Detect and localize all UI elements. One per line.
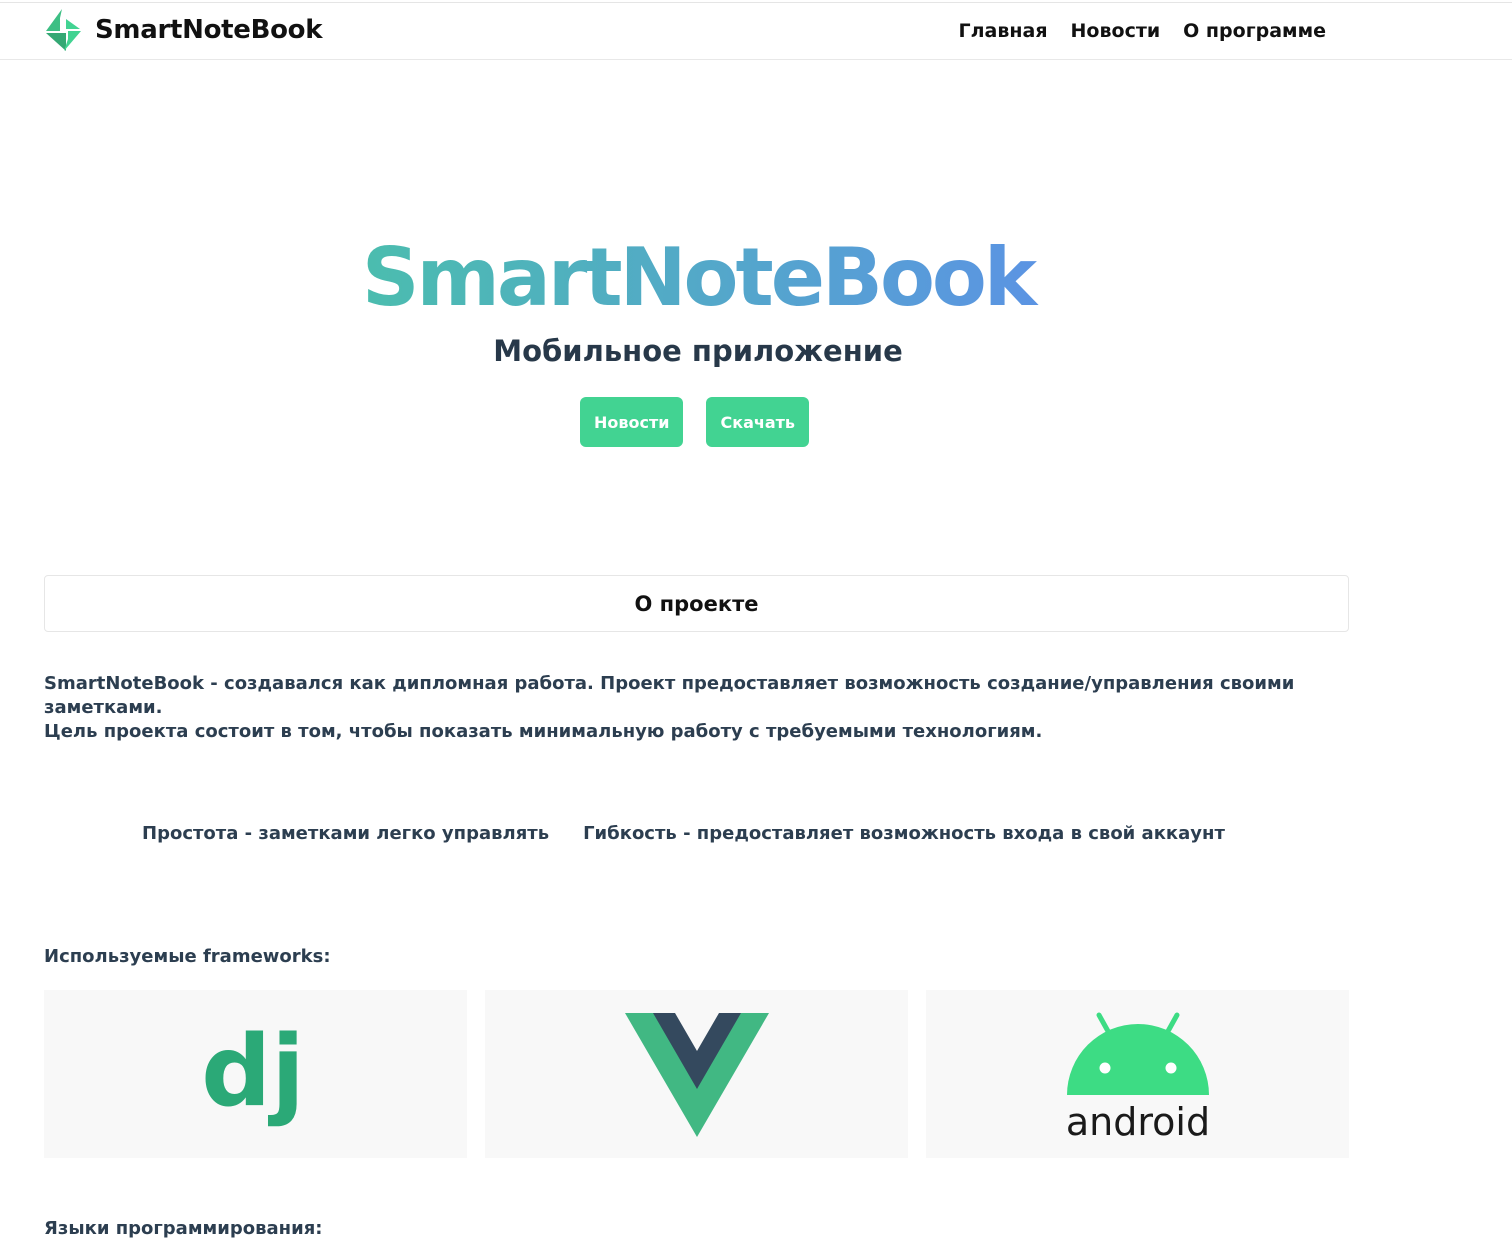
- framework-card-vue[interactable]: [485, 990, 908, 1158]
- android-logo-text: android: [1065, 1100, 1209, 1139]
- framework-card-android[interactable]: android: [926, 990, 1349, 1158]
- feature-simplicity: Простота - заметками легко управлять: [142, 823, 550, 844]
- news-button[interactable]: Новости: [580, 397, 684, 447]
- django-logo-icon: dj: [201, 1015, 305, 1129]
- nav-news[interactable]: Новости: [1071, 20, 1161, 42]
- about-paragraph-1: SmartNoteBook - создавался как дипломная…: [44, 673, 1295, 718]
- features-list: Простота - заметками легко управлять Гиб…: [142, 823, 1225, 844]
- nav-home[interactable]: Главная: [959, 20, 1048, 42]
- hero-subtitle: Мобильное приложение: [493, 334, 903, 368]
- android-logo-icon: android: [1065, 1012, 1210, 1139]
- hero-title: SmartNoteBook: [0, 228, 1396, 328]
- feature-flexibility: Гибкость - предоставляет возможность вхо…: [583, 823, 1225, 844]
- main-nav: Главная Новости О программе: [959, 20, 1327, 42]
- brand-link[interactable]: SmartNoteBook: [44, 9, 323, 51]
- nav-about[interactable]: О программе: [1183, 20, 1326, 42]
- languages-heading: Языки программирования:: [44, 1218, 323, 1239]
- hero-buttons: Новости Скачать: [580, 397, 810, 447]
- about-paragraph-2: Цель проекта состоит в том, чтобы показа…: [44, 721, 1043, 742]
- navbar: SmartNoteBook Главная Новости О программ…: [0, 2, 1512, 60]
- frameworks-list: dj android: [44, 990, 1349, 1158]
- lightning-logo-icon: [46, 9, 81, 51]
- framework-card-django[interactable]: dj: [44, 990, 467, 1158]
- frameworks-heading: Используемые frameworks:: [44, 946, 331, 967]
- about-description: SmartNoteBook - создавался как дипломная…: [44, 672, 1349, 744]
- django-logo-text: dj: [201, 1015, 305, 1129]
- about-section-title: О проекте: [44, 575, 1349, 632]
- brand-name: SmartNoteBook: [95, 15, 323, 45]
- download-button[interactable]: Скачать: [706, 397, 810, 447]
- vue-logo-icon: [624, 1013, 769, 1137]
